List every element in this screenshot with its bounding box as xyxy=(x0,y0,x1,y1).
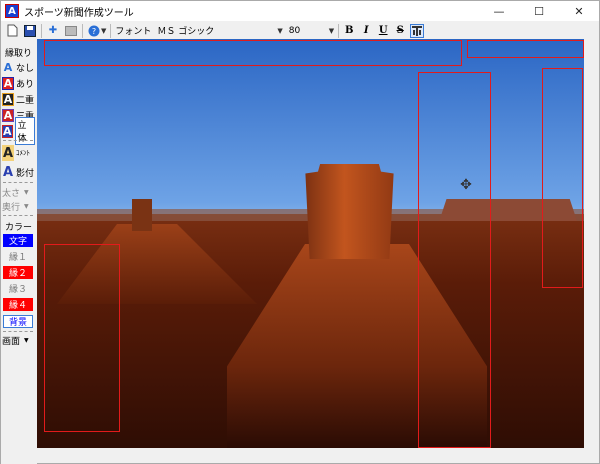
color-header: カラー xyxy=(4,222,32,233)
border-none-option[interactable]: A なし xyxy=(2,60,35,74)
chevron-down-icon[interactable]: ▼ xyxy=(329,27,334,35)
move-cursor-icon: ✥ xyxy=(460,177,472,193)
font-label: フォント xyxy=(115,27,152,37)
border-double-option[interactable]: A 二重 xyxy=(2,92,35,106)
divider xyxy=(3,215,33,216)
close-button[interactable]: ✕ xyxy=(559,1,599,21)
depth-select[interactable]: 奥行 ▼ xyxy=(2,199,35,213)
option-label: 影付 xyxy=(16,168,35,179)
text-frame[interactable] xyxy=(418,72,491,448)
border-3d-option[interactable]: A 立体 xyxy=(2,117,35,145)
toolbar-separator xyxy=(338,23,340,38)
bold-button[interactable]: B xyxy=(342,24,356,38)
text-frame[interactable] xyxy=(467,40,584,58)
italic-button[interactable]: I xyxy=(359,24,373,38)
thickness-select[interactable]: 太さ ▼ xyxy=(2,185,35,199)
image-icon[interactable] xyxy=(64,24,78,38)
edge1-color-button[interactable]: 縁１ xyxy=(3,250,33,263)
letter-a-icon: A xyxy=(2,124,13,138)
save-icon[interactable] xyxy=(23,24,37,38)
divider xyxy=(3,331,33,332)
option-label: あり xyxy=(16,79,35,90)
screen-select[interactable]: 画面 ▼ xyxy=(2,333,35,347)
chevron-down-icon: ▼ xyxy=(24,336,29,344)
strikethrough-button[interactable]: S xyxy=(393,24,407,38)
style-sidebar: 縁取り A なし A あり A 二重 A 三重 A 立体 A ｺﾒﾝﾄ A 影付 xyxy=(1,41,37,464)
chevron-down-icon[interactable]: ▼ xyxy=(277,27,282,35)
letter-a-icon: A xyxy=(3,60,13,74)
font-size-select[interactable]: 80 xyxy=(289,26,329,36)
add-icon[interactable]: ✚ xyxy=(46,24,60,38)
new-file-icon[interactable] xyxy=(5,24,19,38)
text-frame[interactable] xyxy=(542,68,583,288)
toolbar-separator xyxy=(110,23,112,38)
comment-option[interactable]: A ｺﾒﾝﾄ xyxy=(2,143,35,163)
toolbar: ✚ ? ▼ フォント ＭＳ ゴシック ▼ 80 ▼ B I U S xyxy=(1,21,599,40)
text-frame[interactable] xyxy=(44,40,462,66)
text-frame[interactable] xyxy=(44,244,120,432)
font-select[interactable]: ＭＳ ゴシック xyxy=(157,24,277,37)
depth-label: 奥行 xyxy=(2,202,21,213)
edge3-color-button[interactable]: 縁３ xyxy=(3,282,33,295)
letter-a-icon: A xyxy=(2,92,14,106)
thickness-label: 太さ xyxy=(2,188,21,199)
svg-text:?: ? xyxy=(92,27,96,36)
butte-rock xyxy=(305,164,394,259)
toolbar-separator xyxy=(41,23,42,38)
background-color-button[interactable]: 背景 xyxy=(3,315,33,328)
newspaper-canvas[interactable]: ✥ xyxy=(37,39,584,448)
chevron-down-icon[interactable]: ▼ xyxy=(101,27,106,35)
letter-a-icon: A xyxy=(2,108,14,122)
small-butte xyxy=(132,199,152,231)
app-window: A スポーツ新聞作成ツール — ☐ ✕ ✚ ? ▼ フォント ＭＳ ゴシック ▼… xyxy=(0,0,600,464)
border-on-option[interactable]: A あり xyxy=(2,76,35,90)
letter-a-icon: A xyxy=(2,76,14,90)
help-icon[interactable]: ? xyxy=(87,24,101,38)
edge2-color-button[interactable]: 縁２ xyxy=(3,266,33,279)
option-label: ｺﾒﾝﾄ xyxy=(16,149,30,157)
vertical-text-button[interactable] xyxy=(410,23,425,38)
maximize-button[interactable]: ☐ xyxy=(519,1,559,21)
toolbar-separator xyxy=(82,23,83,38)
divider xyxy=(3,182,33,183)
option-label: 二重 xyxy=(16,95,35,106)
minimize-button[interactable]: — xyxy=(479,1,519,21)
screen-label: 画面 xyxy=(2,336,21,347)
option-label: なし xyxy=(16,63,35,74)
shadow-option[interactable]: A 影付 xyxy=(2,162,35,182)
border-header: 縁取り xyxy=(4,48,32,59)
underline-button[interactable]: U xyxy=(376,24,390,38)
letter-a-icon: A xyxy=(2,145,14,161)
edge4-color-button[interactable]: 縁４ xyxy=(3,298,33,311)
letter-a-icon: A xyxy=(2,164,14,180)
window-title: スポーツ新聞作成ツール xyxy=(24,7,134,19)
divider xyxy=(3,140,33,141)
chevron-down-icon: ▼ xyxy=(24,202,29,210)
app-icon: A xyxy=(5,4,19,18)
text-color-button[interactable]: 文字 xyxy=(3,234,33,247)
chevron-down-icon: ▼ xyxy=(24,188,29,196)
title-bar: A スポーツ新聞作成ツール — ☐ ✕ xyxy=(1,1,599,21)
